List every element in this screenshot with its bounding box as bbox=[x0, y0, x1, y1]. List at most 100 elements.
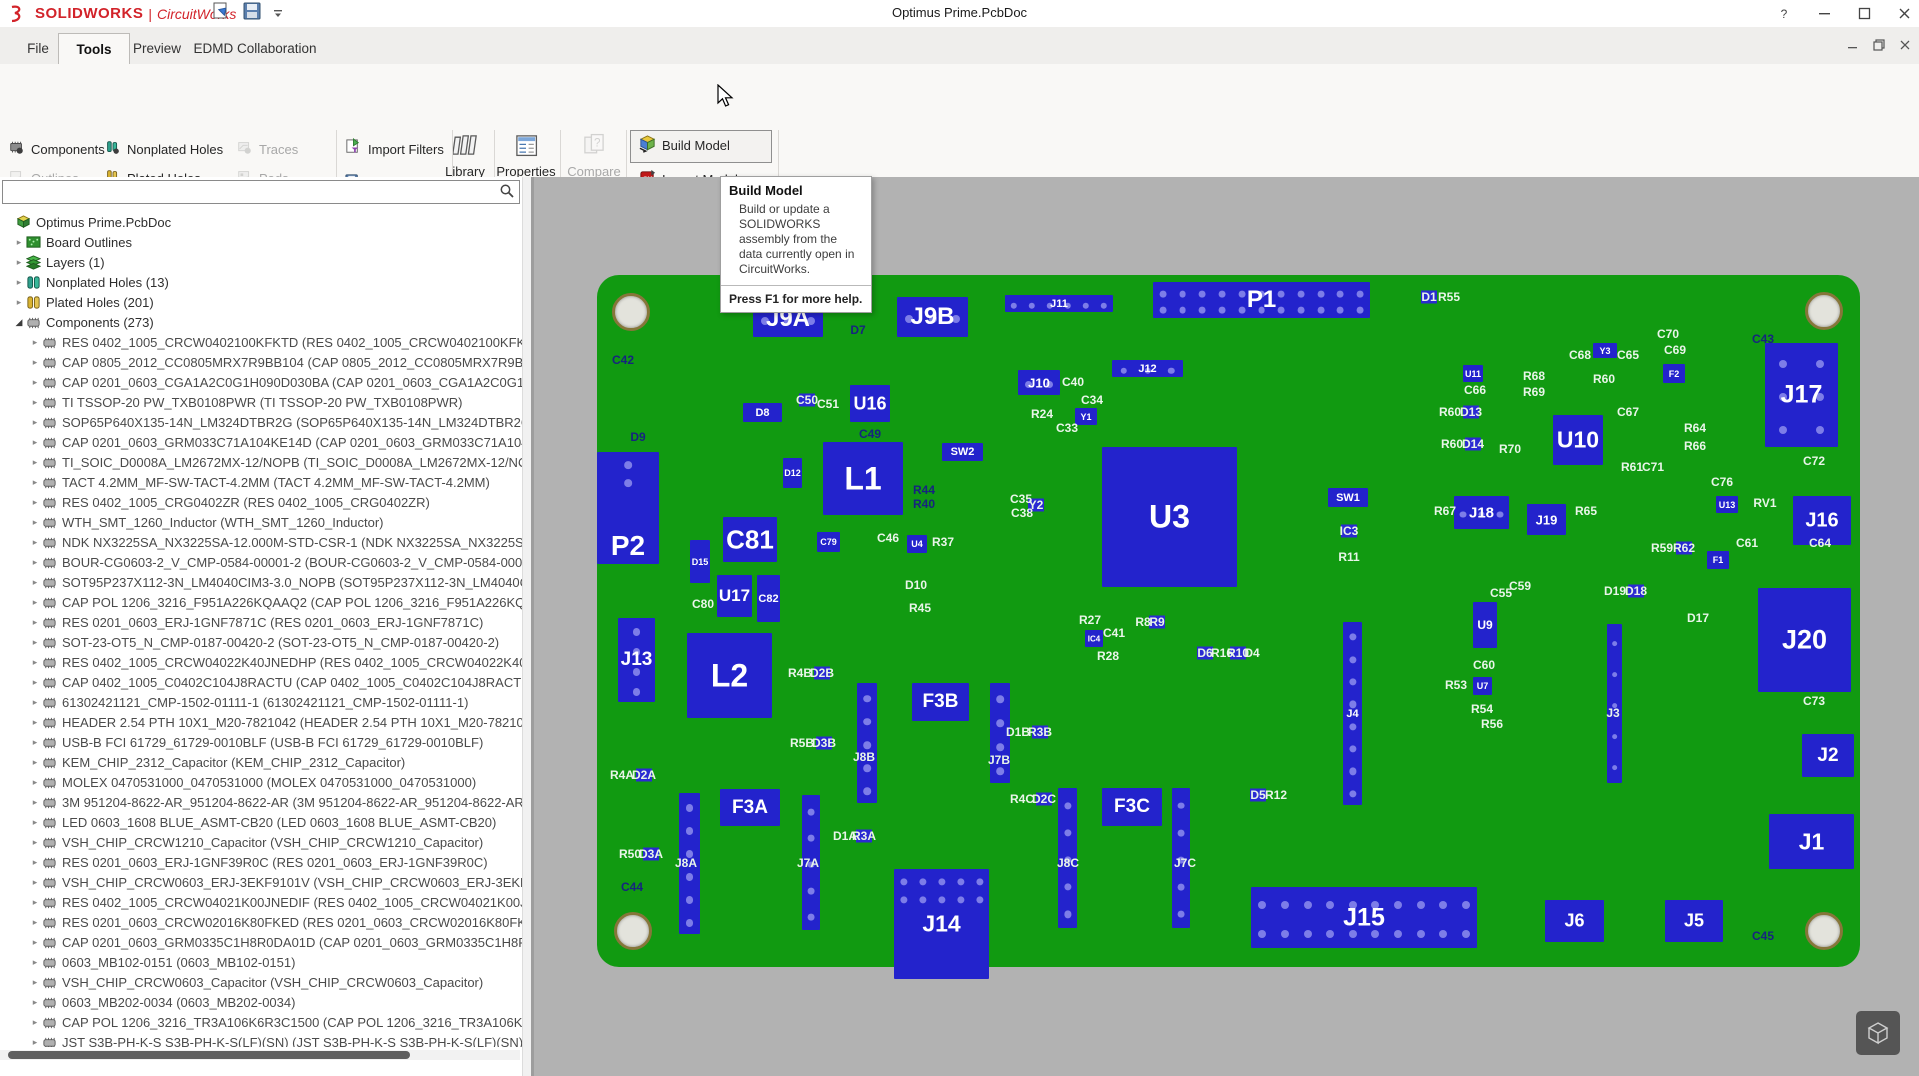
tree-component-item[interactable]: ▸RES 0201_0603_ERJ-1GNF39R0C (RES 0201_0… bbox=[0, 852, 522, 872]
expand-icon[interactable]: ▸ bbox=[30, 537, 40, 548]
pcb-component-j9b[interactable]: J9B bbox=[897, 297, 968, 337]
expand-icon[interactable]: ▸ bbox=[30, 477, 40, 488]
button-build-model[interactable]: Build Model bbox=[638, 134, 730, 156]
tree-component-item[interactable]: ▸RES 0402_1005_CRG0402ZR (RES 0402_1005_… bbox=[0, 492, 522, 512]
pcb-component-u11[interactable]: U11 bbox=[1463, 365, 1483, 382]
expand-icon[interactable]: ▸ bbox=[30, 797, 40, 808]
filter-button-nonplated-holes[interactable]: Nonplated Holes bbox=[104, 138, 223, 160]
pcb-component-j19[interactable]: J19 bbox=[1527, 504, 1566, 535]
tree-component-item[interactable]: ▸WTH_SMT_1260_Inductor (WTH_SMT_1260_Ind… bbox=[0, 512, 522, 532]
expand-icon[interactable]: ▸ bbox=[30, 437, 40, 448]
tab-file[interactable]: File bbox=[12, 33, 64, 63]
pcb-component-u17[interactable]: U17 bbox=[717, 575, 752, 617]
tree-component-item[interactable]: ▸0603_MB202-0034 (0603_MB202-0034) bbox=[0, 992, 522, 1012]
pcb-component-u13[interactable]: U13 bbox=[1716, 496, 1738, 513]
tree-component-item[interactable]: ▸CAP POL 1206_3216_F951A226KQAAQ2 (CAP P… bbox=[0, 592, 522, 612]
view-navigation-icon[interactable] bbox=[1856, 1011, 1900, 1055]
tree-node-plated-holes-201[interactable]: ▸Plated Holes (201) bbox=[0, 292, 522, 312]
tree-component-item[interactable]: ▸MOLEX 0470531000_0470531000 (MOLEX 0470… bbox=[0, 772, 522, 792]
tree-node-components-273[interactable]: ◢Components (273) bbox=[0, 312, 522, 332]
tree-component-item[interactable]: ▸RES 0402_1005_CRCW04021K00JNEDIF (RES 0… bbox=[0, 892, 522, 912]
pcb-component-j18[interactable]: J18 bbox=[1454, 496, 1509, 529]
expand-icon[interactable]: ▸ bbox=[14, 297, 24, 308]
pcb-component-j5[interactable]: J5 bbox=[1665, 900, 1723, 942]
pcb-component-j17[interactable]: J17 bbox=[1765, 343, 1838, 447]
pcb-component-j15[interactable]: J15 bbox=[1251, 887, 1477, 948]
doc-restore-icon[interactable] bbox=[1871, 37, 1887, 53]
pcb-pin-strip[interactable] bbox=[1172, 788, 1190, 928]
tree-component-item[interactable]: ▸TI_SOIC_D0008A_LM2672MX-12/NOPB (TI_SOI… bbox=[0, 452, 522, 472]
pcb-component-l2[interactable]: L2 bbox=[687, 633, 772, 718]
pcb-component-j2[interactable]: J2 bbox=[1802, 734, 1854, 777]
horizontal-scrollbar-thumb[interactable] bbox=[8, 1051, 410, 1059]
expand-icon[interactable]: ▸ bbox=[30, 1037, 40, 1048]
expand-icon[interactable]: ▸ bbox=[30, 497, 40, 508]
tree-component-item[interactable]: ▸JST S3B-PH-K-S S3B-PH-K-S(LF)(SN) (JST … bbox=[0, 1032, 522, 1047]
doc-minimize-icon[interactable] bbox=[1845, 37, 1861, 53]
pcb-component-d12[interactable]: D12 bbox=[783, 458, 802, 488]
button-properties[interactable]: Properties bbox=[494, 132, 558, 182]
pcb-component-y1[interactable]: Y1 bbox=[1075, 408, 1097, 425]
expand-icon[interactable]: ▸ bbox=[30, 517, 40, 528]
pcb-component-sw2[interactable]: SW2 bbox=[942, 443, 983, 461]
expand-icon[interactable]: ▸ bbox=[30, 417, 40, 428]
pcb-component-u16[interactable]: U16 bbox=[850, 385, 890, 422]
minimize-icon[interactable] bbox=[1815, 5, 1833, 23]
tree-component-item[interactable]: ▸RES 0201_0603_ERJ-1GNF7871C (RES 0201_0… bbox=[0, 612, 522, 632]
pcb-component-ic4[interactable]: IC4 bbox=[1085, 630, 1103, 647]
tree-component-item[interactable]: ▸VSH_CHIP_CRCW0603_ERJ-3EKF9101V (VSH_CH… bbox=[0, 872, 522, 892]
tree-root[interactable]: Optimus Prime.PcbDoc bbox=[0, 212, 522, 232]
tree-component-item[interactable]: ▸CAP 0201_0603_GRM033C71A104KE14D (CAP 0… bbox=[0, 432, 522, 452]
pcb-component-u3[interactable]: U3 bbox=[1102, 447, 1237, 587]
tree-component-item[interactable]: ▸KEM_CHIP_2312_Capacitor (KEM_CHIP_2312_… bbox=[0, 752, 522, 772]
open-icon[interactable] bbox=[212, 2, 231, 25]
pcb-component-u7[interactable]: U7 bbox=[1473, 677, 1492, 695]
search-input[interactable] bbox=[6, 182, 490, 202]
tree-component-item[interactable]: ▸3M 951204-8622-AR_951204-8622-AR (3M 95… bbox=[0, 792, 522, 812]
pcb-component-c79[interactable]: C79 bbox=[817, 532, 840, 552]
tree-component-item[interactable]: ▸RES 0201_0603_CRCW02016K80FKED (RES 020… bbox=[0, 912, 522, 932]
tree-component-item[interactable]: ▸TACT 4.2MM_MF-SW-TACT-4.2MM (TACT 4.2MM… bbox=[0, 472, 522, 492]
expand-icon[interactable]: ▸ bbox=[14, 257, 24, 268]
pcb-pin-strip[interactable] bbox=[679, 793, 700, 934]
tree-component-item[interactable]: ▸USB-B FCI 61729_61729-0010BLF (USB-B FC… bbox=[0, 732, 522, 752]
expand-icon[interactable]: ▸ bbox=[30, 457, 40, 468]
pcb-pin-strip[interactable] bbox=[857, 683, 877, 803]
save-icon[interactable] bbox=[243, 2, 261, 25]
pcb-component-j14[interactable]: J14 bbox=[894, 869, 989, 979]
expand-icon[interactable]: ▸ bbox=[30, 357, 40, 368]
expand-icon[interactable]: ▸ bbox=[30, 637, 40, 648]
close-icon[interactable] bbox=[1895, 5, 1913, 23]
filter-button-components[interactable]: Components bbox=[8, 138, 105, 160]
pcb-component-c81[interactable]: C81 bbox=[723, 517, 777, 562]
expand-icon[interactable]: ▸ bbox=[30, 937, 40, 948]
tree-component-item[interactable]: ▸SOT-23-OT5_N_CMP-0187-00420-2 (SOT-23-O… bbox=[0, 632, 522, 652]
expand-icon[interactable]: ▸ bbox=[14, 277, 24, 288]
pcb-component-d8[interactable]: D8 bbox=[743, 403, 782, 422]
tree-component-item[interactable]: ▸VSH_CHIP_CRCW1210_Capacitor (VSH_CHIP_C… bbox=[0, 832, 522, 852]
pcb-component-j10[interactable]: J10 bbox=[1018, 370, 1060, 395]
pcb-pin-strip[interactable] bbox=[802, 795, 820, 930]
pcb-component-j1[interactable]: J1 bbox=[1769, 814, 1854, 869]
expand-icon[interactable]: ▸ bbox=[30, 577, 40, 588]
tab-edmd-collaboration[interactable]: EDMD Collaboration bbox=[186, 33, 324, 63]
tree-node-nonplated-holes-13[interactable]: ▸Nonplated Holes (13) bbox=[0, 272, 522, 292]
tree-node-board-outlines[interactable]: ▸Board Outlines bbox=[0, 232, 522, 252]
tab-tools[interactable]: Tools bbox=[58, 33, 130, 64]
tree-component-item[interactable]: ▸TI TSSOP-20 PW_TXB0108PWR (TI TSSOP-20 … bbox=[0, 392, 522, 412]
expand-icon[interactable]: ▸ bbox=[30, 977, 40, 988]
tree-component-item[interactable]: ▸RES 0402_1005_CRCW0402100KFKTD (RES 040… bbox=[0, 332, 522, 352]
pcb-component-c82[interactable]: C82 bbox=[757, 575, 780, 622]
tree-component-item[interactable]: ▸61302421121_CMP-1502-01111-1 (613024211… bbox=[0, 692, 522, 712]
pcb-component-u10[interactable]: U10 bbox=[1553, 415, 1603, 465]
pcb-component-j13[interactable]: J13 bbox=[618, 618, 655, 702]
expand-icon[interactable]: ▸ bbox=[30, 397, 40, 408]
collapse-icon[interactable]: ◢ bbox=[14, 317, 24, 328]
pcb-component-p2[interactable]: P2 bbox=[597, 452, 659, 564]
pcb-component-f1[interactable]: F1 bbox=[1707, 551, 1729, 569]
expand-icon[interactable]: ▸ bbox=[30, 777, 40, 788]
tree-component-item[interactable]: ▸VSH_CHIP_CRCW0603_Capacitor (VSH_CHIP_C… bbox=[0, 972, 522, 992]
pcb-component-j20[interactable]: J20 bbox=[1758, 588, 1851, 692]
tree-component-item[interactable]: ▸RES 0402_1005_CRCW04022K40JNEDHP (RES 0… bbox=[0, 652, 522, 672]
pcb-component-u9[interactable]: U9 bbox=[1473, 602, 1497, 648]
